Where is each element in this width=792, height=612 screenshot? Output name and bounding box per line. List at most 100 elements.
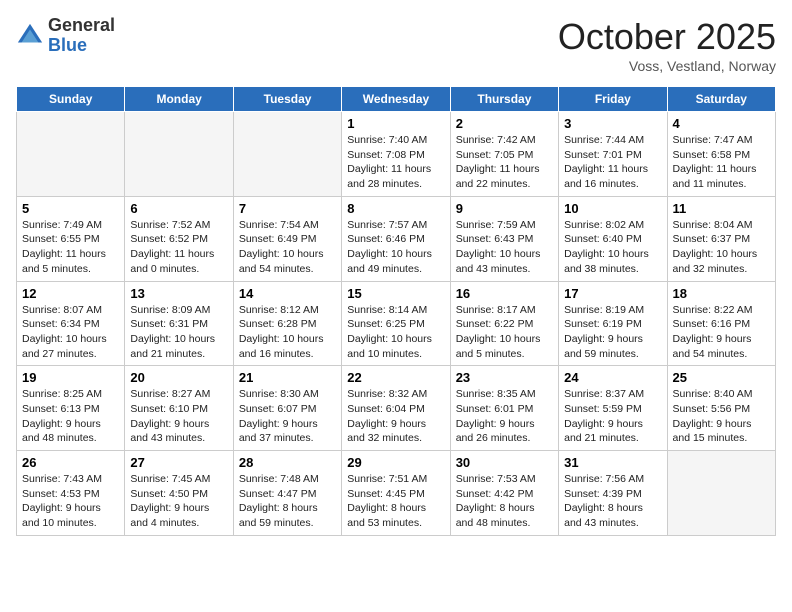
calendar-cell: 28 Sunrise: 7:48 AM Sunset: 4:47 PM Dayli… [233,451,341,536]
day-details: Sunrise: 7:52 AM Sunset: 6:52 PM Dayligh… [130,218,227,277]
day-number: 29 [347,455,444,470]
page-header: General Blue October 2025 Voss, Vestland… [16,16,776,74]
calendar-cell: 5 Sunrise: 7:49 AM Sunset: 6:55 PM Daylig… [17,196,125,281]
day-number: 2 [456,116,553,131]
day-number: 1 [347,116,444,131]
day-number: 13 [130,286,227,301]
day-details: Sunrise: 7:49 AM Sunset: 6:55 PM Dayligh… [22,218,119,277]
day-details: Sunrise: 7:47 AM Sunset: 6:58 PM Dayligh… [673,133,770,192]
day-number: 14 [239,286,336,301]
day-number: 30 [456,455,553,470]
day-number: 5 [22,201,119,216]
day-number: 15 [347,286,444,301]
day-number: 27 [130,455,227,470]
calendar-cell: 15Sunrise: 8:14 AM Sunset: 6:25 PM Dayli… [342,281,450,366]
day-number: 21 [239,370,336,385]
calendar-table: SundayMondayTuesdayWednesdayThursdayFrid… [16,86,776,536]
calendar-cell [125,112,233,197]
calendar-cell: 2 Sunrise: 7:42 AM Sunset: 7:05 PM Daylig… [450,112,558,197]
calendar-cell: 25 Sunrise: 8:40 AM Sunset: 5:56 PM Dayli… [667,366,775,451]
calendar-cell: 29 Sunrise: 7:51 AM Sunset: 4:45 PM Dayli… [342,451,450,536]
calendar-cell: 6Sunrise: 7:52 AM Sunset: 6:52 PM Daylig… [125,196,233,281]
week-row-2: 5 Sunrise: 7:49 AM Sunset: 6:55 PM Daylig… [17,196,776,281]
calendar-cell: 14 Sunrise: 8:12 AM Sunset: 6:28 PM Dayli… [233,281,341,366]
calendar-cell: 13 Sunrise: 8:09 AM Sunset: 6:31 PM Dayli… [125,281,233,366]
month-title: October 2025 [558,16,776,58]
calendar-cell: 10 Sunrise: 8:02 AM Sunset: 6:40 PM Dayli… [559,196,667,281]
calendar-cell: 18Sunrise: 8:22 AM Sunset: 6:16 PM Dayli… [667,281,775,366]
day-number: 10 [564,201,661,216]
day-number: 4 [673,116,770,131]
day-details: Sunrise: 7:44 AM Sunset: 7:01 PM Dayligh… [564,133,661,192]
day-number: 16 [456,286,553,301]
calendar-cell [17,112,125,197]
day-header-saturday: Saturday [667,87,775,112]
logo-general-text: General [48,15,115,35]
day-details: Sunrise: 7:43 AM Sunset: 4:53 PM Dayligh… [22,472,119,531]
calendar-cell: 16 Sunrise: 8:17 AM Sunset: 6:22 PM Dayli… [450,281,558,366]
day-details: Sunrise: 7:51 AM Sunset: 4:45 PM Dayligh… [347,472,444,531]
calendar-cell: 12 Sunrise: 8:07 AM Sunset: 6:34 PM Dayli… [17,281,125,366]
calendar-cell: 1 Sunrise: 7:40 AM Sunset: 7:08 PM Daylig… [342,112,450,197]
day-details: Sunrise: 8:37 AM Sunset: 5:59 PM Dayligh… [564,387,661,446]
day-number: 18 [673,286,770,301]
logo-icon [16,22,44,50]
week-row-5: 26 Sunrise: 7:43 AM Sunset: 4:53 PM Dayli… [17,451,776,536]
day-number: 19 [22,370,119,385]
week-row-1: 1 Sunrise: 7:40 AM Sunset: 7:08 PM Daylig… [17,112,776,197]
day-details: Sunrise: 8:02 AM Sunset: 6:40 PM Dayligh… [564,218,661,277]
calendar-cell: 19Sunrise: 8:25 AM Sunset: 6:13 PM Dayli… [17,366,125,451]
calendar-cell [667,451,775,536]
calendar-cell: 9Sunrise: 7:59 AM Sunset: 6:43 PM Daylig… [450,196,558,281]
day-number: 26 [22,455,119,470]
day-details: Sunrise: 7:42 AM Sunset: 7:05 PM Dayligh… [456,133,553,192]
day-details: Sunrise: 8:07 AM Sunset: 6:34 PM Dayligh… [22,303,119,362]
calendar-cell: 31 Sunrise: 7:56 AM Sunset: 4:39 PM Dayli… [559,451,667,536]
day-number: 8 [347,201,444,216]
location-subtitle: Voss, Vestland, Norway [558,58,776,74]
day-details: Sunrise: 7:56 AM Sunset: 4:39 PM Dayligh… [564,472,661,531]
day-details: Sunrise: 7:54 AM Sunset: 6:49 PM Dayligh… [239,218,336,277]
calendar-cell [233,112,341,197]
day-details: Sunrise: 8:30 AM Sunset: 6:07 PM Dayligh… [239,387,336,446]
day-details: Sunrise: 8:27 AM Sunset: 6:10 PM Dayligh… [130,387,227,446]
day-details: Sunrise: 8:17 AM Sunset: 6:22 PM Dayligh… [456,303,553,362]
day-details: Sunrise: 8:19 AM Sunset: 6:19 PM Dayligh… [564,303,661,362]
calendar-cell: 24Sunrise: 8:37 AM Sunset: 5:59 PM Dayli… [559,366,667,451]
day-number: 11 [673,201,770,216]
day-details: Sunrise: 7:48 AM Sunset: 4:47 PM Dayligh… [239,472,336,531]
day-details: Sunrise: 8:04 AM Sunset: 6:37 PM Dayligh… [673,218,770,277]
day-number: 9 [456,201,553,216]
calendar-cell: 22Sunrise: 8:32 AM Sunset: 6:04 PM Dayli… [342,366,450,451]
week-row-3: 12 Sunrise: 8:07 AM Sunset: 6:34 PM Dayli… [17,281,776,366]
calendar-cell: 23Sunrise: 8:35 AM Sunset: 6:01 PM Dayli… [450,366,558,451]
day-details: Sunrise: 7:53 AM Sunset: 4:42 PM Dayligh… [456,472,553,531]
day-header-monday: Monday [125,87,233,112]
day-details: Sunrise: 7:40 AM Sunset: 7:08 PM Dayligh… [347,133,444,192]
calendar-cell: 30 Sunrise: 7:53 AM Sunset: 4:42 PM Dayli… [450,451,558,536]
day-header-thursday: Thursday [450,87,558,112]
day-details: Sunrise: 8:12 AM Sunset: 6:28 PM Dayligh… [239,303,336,362]
day-number: 20 [130,370,227,385]
day-number: 28 [239,455,336,470]
calendar-cell: 21 Sunrise: 8:30 AM Sunset: 6:07 PM Dayli… [233,366,341,451]
day-number: 25 [673,370,770,385]
calendar-cell: 7 Sunrise: 7:54 AM Sunset: 6:49 PM Daylig… [233,196,341,281]
day-details: Sunrise: 8:32 AM Sunset: 6:04 PM Dayligh… [347,387,444,446]
header-row: SundayMondayTuesdayWednesdayThursdayFrid… [17,87,776,112]
title-block: October 2025 Voss, Vestland, Norway [558,16,776,74]
calendar-cell: 11 Sunrise: 8:04 AM Sunset: 6:37 PM Dayli… [667,196,775,281]
day-number: 7 [239,201,336,216]
logo-blue-text: Blue [48,35,87,55]
day-header-tuesday: Tuesday [233,87,341,112]
day-details: Sunrise: 8:09 AM Sunset: 6:31 PM Dayligh… [130,303,227,362]
day-number: 3 [564,116,661,131]
day-header-sunday: Sunday [17,87,125,112]
calendar-cell: 4 Sunrise: 7:47 AM Sunset: 6:58 PM Daylig… [667,112,775,197]
calendar-cell: 26 Sunrise: 7:43 AM Sunset: 4:53 PM Dayli… [17,451,125,536]
calendar-cell: 27Sunrise: 7:45 AM Sunset: 4:50 PM Dayli… [125,451,233,536]
day-number: 12 [22,286,119,301]
day-number: 31 [564,455,661,470]
day-details: Sunrise: 8:40 AM Sunset: 5:56 PM Dayligh… [673,387,770,446]
week-row-4: 19Sunrise: 8:25 AM Sunset: 6:13 PM Dayli… [17,366,776,451]
